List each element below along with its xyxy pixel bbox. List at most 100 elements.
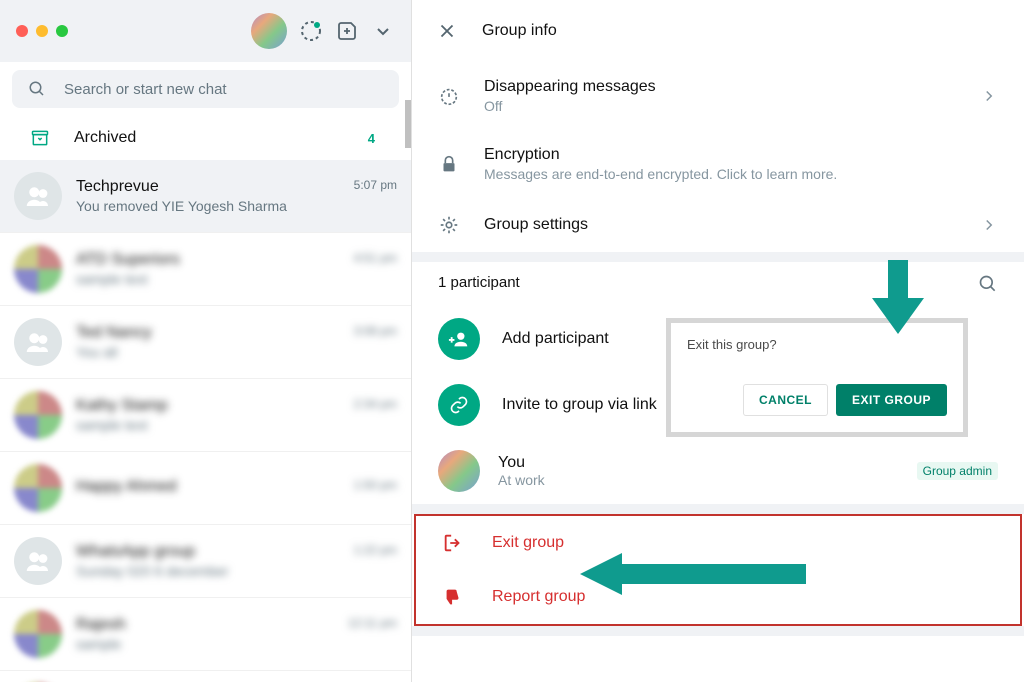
chat-preview: sample — [76, 636, 397, 652]
cancel-button[interactable]: CANCEL — [743, 384, 828, 416]
search-input[interactable] — [64, 81, 383, 98]
window-controls[interactable] — [16, 25, 68, 37]
add-participant-icon — [438, 318, 480, 360]
chat-avatar — [14, 172, 62, 220]
search-icon — [28, 80, 46, 98]
close-icon[interactable] — [436, 20, 458, 42]
chat-name: Happy Ahmed — [76, 478, 177, 496]
encryption-label: Encryption — [484, 146, 998, 164]
chat-item[interactable]: Rajesh 12:11 pm sample — [0, 598, 411, 671]
chat-content: Kathy Stamp 2:34 pm sample text — [76, 397, 397, 433]
archived-label: Archived — [74, 129, 344, 147]
scrollbar-thumb[interactable] — [405, 100, 411, 148]
add-participant-label: Add participant — [502, 330, 609, 348]
chat-preview: sample text — [76, 271, 397, 287]
chat-avatar — [14, 391, 62, 439]
search-box[interactable] — [12, 70, 399, 108]
chat-time: 5:07 pm — [354, 178, 397, 196]
chat-time: 3:08 pm — [354, 324, 397, 342]
gear-icon — [438, 214, 460, 236]
disappearing-label: Disappearing messages — [484, 78, 956, 96]
chat-item[interactable]: Another entry — [0, 671, 411, 682]
chat-item[interactable]: Kathy Stamp 2:34 pm sample text — [0, 379, 411, 452]
lock-icon — [438, 153, 460, 175]
minimize-window-icon[interactable] — [36, 25, 48, 37]
chat-avatar — [14, 610, 62, 658]
chat-item[interactable]: Happy Ahmed 1:50 pm — [0, 452, 411, 525]
maximize-window-icon[interactable] — [56, 25, 68, 37]
exit-icon — [442, 532, 464, 554]
panel-header: Group info — [412, 0, 1024, 62]
annotation-arrow-left — [580, 553, 806, 595]
chat-name: Techprevue — [76, 178, 159, 196]
admin-badge: Group admin — [917, 462, 998, 480]
chat-time: 1:22 pm — [354, 543, 397, 561]
close-window-icon[interactable] — [16, 25, 28, 37]
archived-count: 4 — [368, 131, 375, 146]
chat-avatar — [14, 464, 62, 512]
chat-name: WhatsApp group — [76, 543, 195, 561]
chat-item[interactable]: Ted Nancy 3:08 pm You all — [0, 306, 411, 379]
chat-avatar — [14, 537, 62, 585]
participants-header: 1 participant — [412, 262, 1024, 306]
exit-confirm-dialog: Exit this group? CANCEL EXIT GROUP — [666, 318, 968, 437]
section-divider — [412, 504, 1024, 514]
status-icon[interactable] — [299, 19, 323, 43]
disappearing-value: Off — [484, 98, 956, 114]
chat-name: Rajesh — [76, 616, 126, 634]
exit-group-label: Exit group — [492, 534, 564, 552]
chat-avatar — [14, 318, 62, 366]
chat-preview: Sunday 020 6 december — [76, 563, 397, 579]
chat-preview: You all — [76, 344, 397, 360]
chat-time: 12:11 pm — [348, 616, 397, 634]
you-avatar — [438, 450, 480, 492]
chevron-right-icon — [980, 216, 998, 234]
section-divider — [412, 626, 1024, 636]
chat-time: 4:51 pm — [354, 251, 397, 269]
profile-avatar[interactable] — [251, 13, 287, 49]
participant-you[interactable]: You At work Group admin — [412, 438, 1024, 504]
exit-button[interactable]: EXIT GROUP — [836, 384, 947, 416]
chat-time: 2:34 pm — [354, 397, 397, 415]
chat-content: Ted Nancy 3:08 pm You all — [76, 324, 397, 360]
chat-item[interactable]: WhatsApp group 1:22 pm Sunday 020 6 decemb… — [0, 525, 411, 598]
chat-content: ATD Superiors 4:51 pm sample text — [76, 251, 397, 287]
encryption-desc: Messages are end-to-end encrypted. Click… — [484, 166, 998, 182]
archived-icon — [30, 128, 50, 148]
annotation-arrow-down — [872, 260, 924, 334]
chat-name: Kathy Stamp — [76, 397, 168, 415]
chat-content: Techprevue 5:07 pm You removed YIE Yogesh … — [76, 178, 397, 214]
left-pane: Archived 4 Techprevue 5:07 pm You removed … — [0, 0, 412, 682]
section-divider — [412, 252, 1024, 262]
menu-icon[interactable] — [371, 19, 395, 43]
participants-count: 1 participant — [438, 274, 520, 294]
report-group-label: Report group — [492, 588, 585, 606]
link-icon — [438, 384, 480, 426]
dialog-title: Exit this group? — [687, 337, 947, 352]
archived-row[interactable]: Archived 4 — [0, 116, 411, 160]
chat-content: WhatsApp group 1:22 pm Sunday 020 6 decemb… — [76, 543, 397, 579]
chat-content: Rajesh 12:11 pm sample — [76, 616, 397, 652]
chat-list: Techprevue 5:07 pm You removed YIE Yogesh … — [0, 160, 411, 682]
invite-link-label: Invite to group via link — [502, 396, 657, 414]
chat-avatar — [14, 245, 62, 293]
chat-item[interactable]: Techprevue 5:07 pm You removed YIE Yogesh … — [0, 160, 411, 233]
you-status: At work — [498, 472, 545, 488]
chat-time: 1:50 pm — [354, 478, 397, 496]
chat-item[interactable]: ATD Superiors 4:51 pm sample text — [0, 233, 411, 306]
group-settings-row[interactable]: Group settings — [412, 198, 1024, 252]
chat-content: Happy Ahmed 1:50 pm — [76, 478, 397, 498]
chat-name: Ted Nancy — [76, 324, 152, 342]
search-participants-icon[interactable] — [978, 274, 998, 294]
chevron-right-icon — [980, 87, 998, 105]
encryption-row[interactable]: Encryption Messages are end-to-end encry… — [412, 130, 1024, 198]
disappearing-messages-row[interactable]: Disappearing messages Off — [412, 62, 1024, 130]
left-header — [0, 0, 411, 62]
you-name: You — [498, 454, 545, 472]
panel-title: Group info — [482, 22, 557, 40]
settings-label: Group settings — [484, 216, 956, 234]
new-chat-icon[interactable] — [335, 19, 359, 43]
chat-name: ATD Superiors — [76, 251, 180, 269]
chat-preview: sample text — [76, 417, 397, 433]
chat-preview: You removed YIE Yogesh Sharma — [76, 198, 397, 214]
